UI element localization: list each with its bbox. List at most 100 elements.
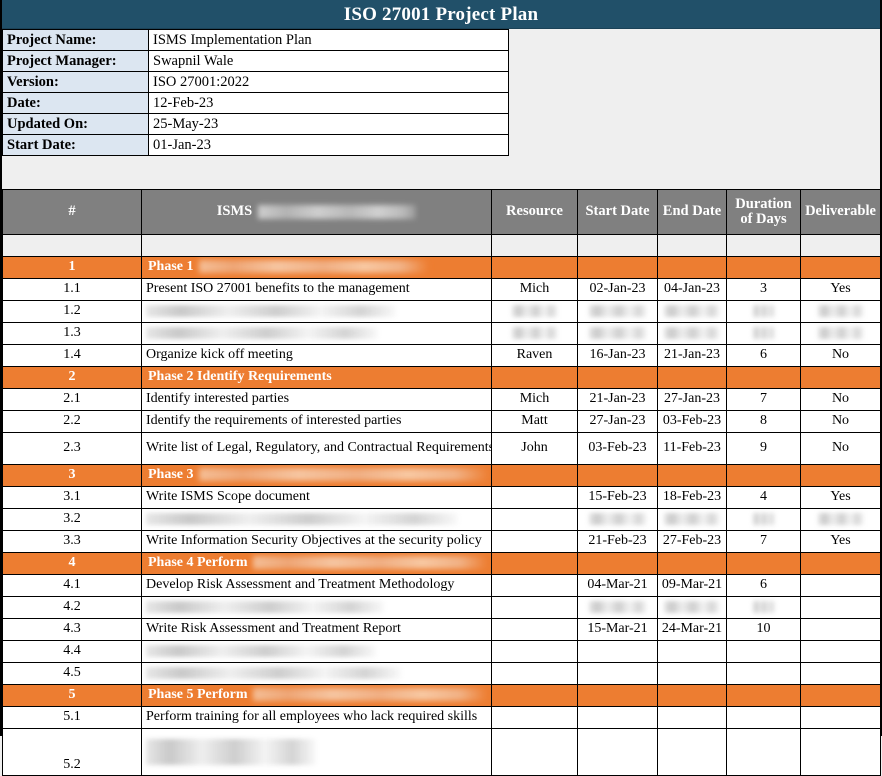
task-row[interactable]: 3.3 Write Information Security Objectives… — [2, 530, 881, 553]
row-duration[interactable]: 8 — [726, 410, 801, 433]
row-task[interactable]: Develop Risk Assessment and Treatment Me… — [141, 574, 492, 597]
row-resource[interactable] — [491, 322, 578, 345]
row-duration[interactable]: 10 — [726, 618, 801, 641]
row-task[interactable]: Write list of Legal, Regulatory, and Con… — [141, 432, 492, 465]
row-duration[interactable] — [726, 256, 801, 279]
task-row[interactable]: 4.3 Write Risk Assessment and Treatment R… — [2, 618, 881, 641]
row-resource[interactable] — [491, 486, 578, 509]
row-resource[interactable] — [491, 530, 578, 553]
row-end-date[interactable] — [657, 684, 727, 707]
row-start-date[interactable] — [577, 464, 658, 487]
row-resource[interactable] — [491, 618, 578, 641]
row-start-date[interactable]: 15-Mar-21 — [577, 618, 658, 641]
phase-row[interactable]: 3 Phase 3 — [2, 464, 881, 487]
col-header-resource[interactable]: Resource — [491, 189, 578, 235]
row-duration[interactable] — [726, 640, 801, 663]
row-resource[interactable] — [491, 464, 578, 487]
task-row[interactable]: 5.1 Perform training for all employees wh… — [2, 706, 881, 729]
info-value[interactable]: 01-Jan-23 — [148, 134, 509, 156]
row-end-date[interactable] — [657, 662, 727, 685]
col-header-start-date[interactable]: Start Date — [577, 189, 658, 235]
row-resource[interactable] — [491, 366, 578, 389]
row-task[interactable]: Identify the requirements of interested … — [141, 410, 492, 433]
row-duration[interactable]: 7 — [726, 530, 801, 553]
row-duration[interactable]: 4 — [726, 486, 801, 509]
task-row[interactable]: 1.1 Present ISO 27001 benefits to the man… — [2, 278, 881, 301]
row-start-date[interactable] — [577, 552, 658, 575]
row-start-date[interactable]: 15-Feb-23 — [577, 486, 658, 509]
row-start-date[interactable] — [577, 300, 658, 323]
row-duration[interactable] — [726, 662, 801, 685]
col-header-number[interactable]: # — [2, 189, 142, 235]
row-end-date[interactable] — [657, 596, 727, 619]
row-resource[interactable]: Raven — [491, 344, 578, 367]
row-resource[interactable] — [491, 640, 578, 663]
task-row[interactable]: 2.3 Write list of Legal, Regulatory, and … — [2, 432, 881, 465]
row-start-date[interactable] — [577, 596, 658, 619]
row-deliverable[interactable]: Yes — [800, 278, 881, 301]
row-task[interactable]: Identify interested parties — [141, 388, 492, 411]
task-row[interactable]: 2.1 Identify interested parties Mich 21-Jan… — [2, 388, 881, 411]
row-deliverable[interactable] — [800, 574, 881, 597]
row-end-date[interactable]: 03-Feb-23 — [657, 410, 727, 433]
row-deliverable[interactable] — [800, 596, 881, 619]
row-task[interactable] — [141, 322, 492, 345]
row-duration[interactable] — [726, 366, 801, 389]
row-deliverable[interactable] — [800, 684, 881, 707]
row-start-date[interactable]: 03-Feb-23 — [577, 432, 658, 465]
row-start-date[interactable] — [577, 256, 658, 279]
row-task[interactable]: Phase 1 — [141, 256, 492, 279]
row-deliverable[interactable] — [800, 256, 881, 279]
info-value[interactable]: 25-May-23 — [148, 113, 509, 135]
row-duration[interactable]: 7 — [726, 388, 801, 411]
row-duration[interactable] — [726, 300, 801, 323]
row-deliverable[interactable] — [800, 366, 881, 389]
row-resource[interactable] — [491, 256, 578, 279]
row-start-date[interactable] — [577, 366, 658, 389]
task-row[interactable]: 1.3 — [2, 322, 881, 345]
row-task[interactable] — [141, 640, 492, 663]
row-end-date[interactable] — [657, 256, 727, 279]
row-start-date[interactable] — [577, 684, 658, 707]
phase-row[interactable]: 5 Phase 5 Perform — [2, 684, 881, 707]
row-resource[interactable] — [491, 508, 578, 531]
row-task[interactable]: Phase 3 — [141, 464, 492, 487]
row-resource[interactable] — [491, 596, 578, 619]
row-start-date[interactable]: 02-Jan-23 — [577, 278, 658, 301]
col-header-deliverable[interactable]: Deliverable — [800, 189, 881, 235]
row-task[interactable]: Write Information Security Objectives at… — [141, 530, 492, 553]
row-start-date[interactable]: 04-Mar-21 — [577, 574, 658, 597]
row-deliverable[interactable] — [800, 464, 881, 487]
row-deliverable[interactable] — [800, 300, 881, 323]
row-deliverable[interactable]: Yes — [800, 530, 881, 553]
row-resource[interactable] — [491, 706, 578, 729]
row-end-date[interactable] — [657, 464, 727, 487]
row-resource[interactable]: Mich — [491, 388, 578, 411]
row-duration[interactable]: 3 — [726, 278, 801, 301]
row-start-date[interactable] — [577, 706, 658, 729]
row-task[interactable] — [141, 662, 492, 685]
row-deliverable[interactable] — [800, 640, 881, 663]
row-resource[interactable] — [491, 574, 578, 597]
row-end-date[interactable] — [657, 322, 727, 345]
row-deliverable[interactable]: No — [800, 432, 881, 465]
row-task[interactable] — [141, 596, 492, 619]
row-deliverable[interactable] — [800, 508, 881, 531]
row-resource[interactable]: Mich — [491, 278, 578, 301]
row-end-date[interactable]: 27-Feb-23 — [657, 530, 727, 553]
row-task[interactable]: Organize kick off meeting — [141, 344, 492, 367]
row-start-date[interactable] — [577, 662, 658, 685]
col-header-task[interactable]: ISMS — [141, 189, 492, 235]
phase-row[interactable]: 1 Phase 1 — [2, 256, 881, 279]
row-resource[interactable]: Matt — [491, 410, 578, 433]
row-deliverable[interactable]: No — [800, 410, 881, 433]
row-end-date[interactable]: 18-Feb-23 — [657, 486, 727, 509]
task-row[interactable]: 3.2 — [2, 508, 881, 531]
task-row[interactable]: 2.2 Identify the requirements of interest… — [2, 410, 881, 433]
task-row[interactable]: 4.1 Develop Risk Assessment and Treatment… — [2, 574, 881, 597]
row-resource[interactable] — [491, 300, 578, 323]
info-value[interactable]: ISMS Implementation Plan — [148, 29, 509, 51]
row-duration[interactable] — [726, 684, 801, 707]
row-task[interactable]: Phase 4 Perform — [141, 552, 492, 575]
row-end-date[interactable] — [657, 706, 727, 729]
